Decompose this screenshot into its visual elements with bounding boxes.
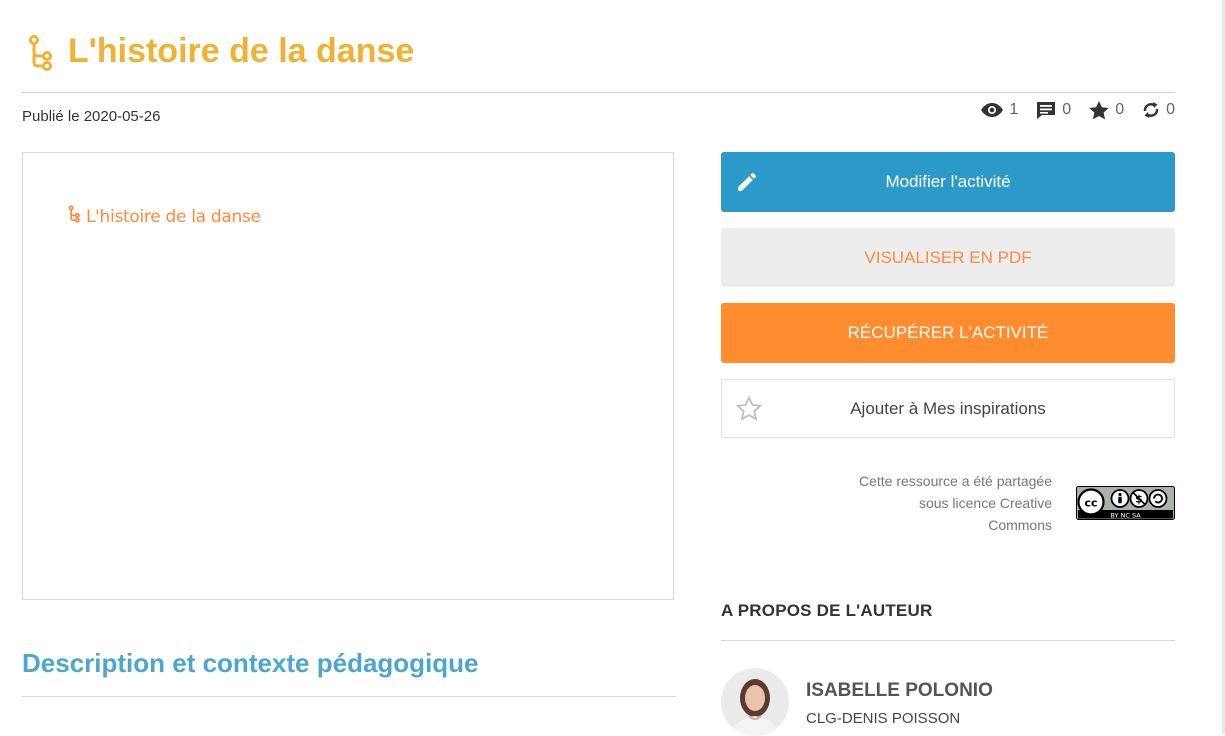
recover-activity-button[interactable]: RÉCUPÉRER L'ACTIVITÉ — [721, 303, 1175, 363]
preview-heading: L'histoire de la danse — [67, 205, 261, 228]
svg-text:cc: cc — [1084, 497, 1097, 510]
view-pdf-label: VISUALISER EN PDF — [864, 247, 1032, 267]
page-title: L'histoire de la danse — [68, 32, 415, 70]
comments-count: 0 — [1062, 101, 1072, 118]
preview-title: L'histoire de la danse — [86, 206, 261, 227]
title-divider — [22, 92, 1175, 93]
license-line-3: Commons — [988, 517, 1052, 533]
star-outline-icon — [735, 395, 763, 426]
author-divider — [721, 640, 1175, 641]
favorites-count: 0 — [1115, 101, 1125, 118]
add-to-inspirations-button[interactable]: Ajouter à Mes inspirations — [721, 379, 1175, 438]
description-heading: Description et contexte pédagogique — [22, 648, 479, 678]
recover-activity-label: RÉCUPÉRER L'ACTIVITÉ — [847, 323, 1049, 342]
views-stat: 1 — [981, 101, 1018, 119]
sync-icon — [1142, 100, 1160, 120]
stats-bar: 1 0 0 0 — [981, 100, 1175, 120]
creative-commons-badge[interactable]: cc $ BY NC SA — [1076, 486, 1175, 520]
comments-stat: 0 — [1036, 101, 1071, 119]
cc-badge-text: BY NC SA — [1110, 511, 1141, 519]
tree-branch-icon — [26, 34, 54, 72]
edit-activity-label: Modifier l'activité — [885, 172, 1011, 191]
tree-branch-icon — [67, 205, 81, 228]
author-name[interactable]: ISABELLE POLONIO — [806, 680, 993, 702]
activity-preview[interactable]: L'histoire de la danse — [22, 152, 674, 600]
pencil-icon — [735, 170, 759, 199]
license-line-1: Cette ressource a été partagée — [858, 473, 1052, 489]
star-icon — [1089, 100, 1109, 120]
edit-activity-button[interactable]: Modifier l'activité — [721, 152, 1175, 212]
shares-stat: 0 — [1142, 100, 1175, 120]
shares-count: 0 — [1166, 101, 1175, 118]
add-to-inspirations-label: Ajouter à Mes inspirations — [850, 398, 1046, 418]
eye-icon — [981, 103, 1004, 117]
publish-date: Publié le 2020-05-26 — [22, 108, 161, 125]
license-text: Cette ressource a été partagée sous lice… — [852, 470, 1052, 536]
view-pdf-button[interactable]: VISUALISER EN PDF — [721, 228, 1175, 287]
comment-icon — [1036, 101, 1056, 119]
description-divider — [22, 696, 676, 697]
author-school: CLG-DENIS POISSON — [806, 710, 961, 727]
views-count: 1 — [1009, 101, 1019, 118]
license-line-2: sous licence Creative — [918, 495, 1052, 511]
favorites-stat: 0 — [1089, 100, 1125, 120]
author-avatar[interactable] — [721, 668, 789, 736]
author-section-heading: A PROPOS DE L'AUTEUR — [721, 601, 933, 620]
